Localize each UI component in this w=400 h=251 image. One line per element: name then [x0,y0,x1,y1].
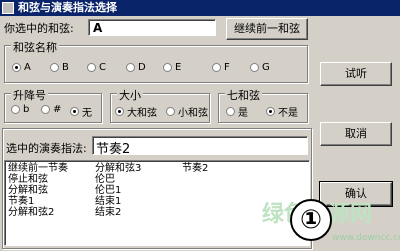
radio-icon [87,63,96,72]
list-item[interactable]: 分解和弦 [8,185,48,196]
seventh-chord-group-title: 七和弦 [225,87,262,103]
accidental_group-option-label: b [23,104,30,115]
watermark-badge-icon: ① [290,199,332,241]
radio-icon [70,107,79,116]
chord_name_group-option[interactable]: C [87,62,106,73]
fingering-label: 选中的演奏指法: [6,142,87,155]
chord_name_group-option-label: G [262,62,270,73]
chord_name_group-option[interactable]: G [250,62,270,73]
accidental_group-option[interactable]: 无 [70,104,92,119]
list-item[interactable]: 伦巴1 [95,185,121,196]
list-item[interactable]: 结束2 [95,207,121,218]
chord_name_group-option[interactable]: A [12,62,31,73]
list-item[interactable]: 结束1 [95,196,121,207]
size_group-option[interactable]: 大和弦 [115,104,157,119]
listen-button[interactable]: 试听 [320,62,392,86]
accidental_group-option[interactable]: b [11,104,29,115]
list-item[interactable]: 伦巴 [95,174,115,185]
continue-previous-chord-button[interactable]: 继续前一和弦 [226,18,308,40]
radio-icon [50,63,59,72]
radio-icon [126,63,135,72]
chord-field[interactable]: A [88,19,216,36]
accidental_group-option-label: 无 [82,108,92,119]
radio-icon [266,107,275,116]
title-bar: 和弦与演奏指法选择 [0,0,400,16]
fingering-field-value: 节奏2 [96,142,131,157]
seventh_group-option-label: 是 [238,108,248,119]
chord_name_group-option-label: A [24,62,31,73]
list-item[interactable]: 节奏2 [182,163,208,174]
chord_name_group-option[interactable]: B [50,62,69,73]
radio-icon [41,105,50,114]
radio-icon [226,107,235,116]
size_group-option[interactable]: 小和弦 [166,104,208,119]
chord-field-value: A [93,21,103,35]
accidental-group-title: 升降号 [11,87,48,103]
list-item[interactable]: 分解和弦3 [95,163,141,174]
radio-icon [166,107,175,116]
chord-field-label: 你选中的和弦: [4,22,74,35]
size-group-title: 大小 [117,87,143,103]
list-item[interactable]: 节奏1 [8,196,34,207]
chord_name_group-option-label: C [99,62,106,73]
watermark-badge: ① [299,205,322,235]
radio-icon [212,63,221,72]
radio-icon [250,63,259,72]
size_group-option-label: 大和弦 [127,108,157,119]
accidental_group-option-label: # [53,104,62,115]
seventh_group-option[interactable]: 是 [226,104,248,119]
list-item[interactable]: 分解和弦2 [8,207,54,218]
accidental_group-option[interactable]: # [41,104,61,115]
watermark-url: www.downcc.com [332,233,400,243]
chord_name_group-option[interactable]: F [212,62,230,73]
radio-icon [11,105,20,114]
cancel-button[interactable]: 取消 [320,122,392,146]
chord_name_group-option-label: D [138,62,146,73]
size_group-option-label: 小和弦 [178,108,208,119]
chord_name_group-option-label: F [224,62,230,73]
radio-icon [12,63,21,72]
radio-icon [163,63,172,72]
chord_name_group-option[interactable]: E [163,62,181,73]
list-item[interactable]: 停止和弦 [8,174,48,185]
list-item[interactable]: 继续前一节奏 [8,163,68,174]
seventh_group-option[interactable]: 不是 [266,104,298,119]
seventh_group-option-label: 不是 [278,108,298,119]
chord-name-group-title: 和弦名称 [11,39,59,55]
app-icon [2,2,14,14]
chord_name_group-option[interactable]: D [126,62,146,73]
window-title: 和弦与演奏指法选择 [18,1,117,14]
radio-icon [115,107,124,116]
chord_name_group-option-label: B [62,62,69,73]
fingering-field[interactable]: 节奏2 [92,136,308,157]
chord_name_group-option-label: E [175,62,182,73]
